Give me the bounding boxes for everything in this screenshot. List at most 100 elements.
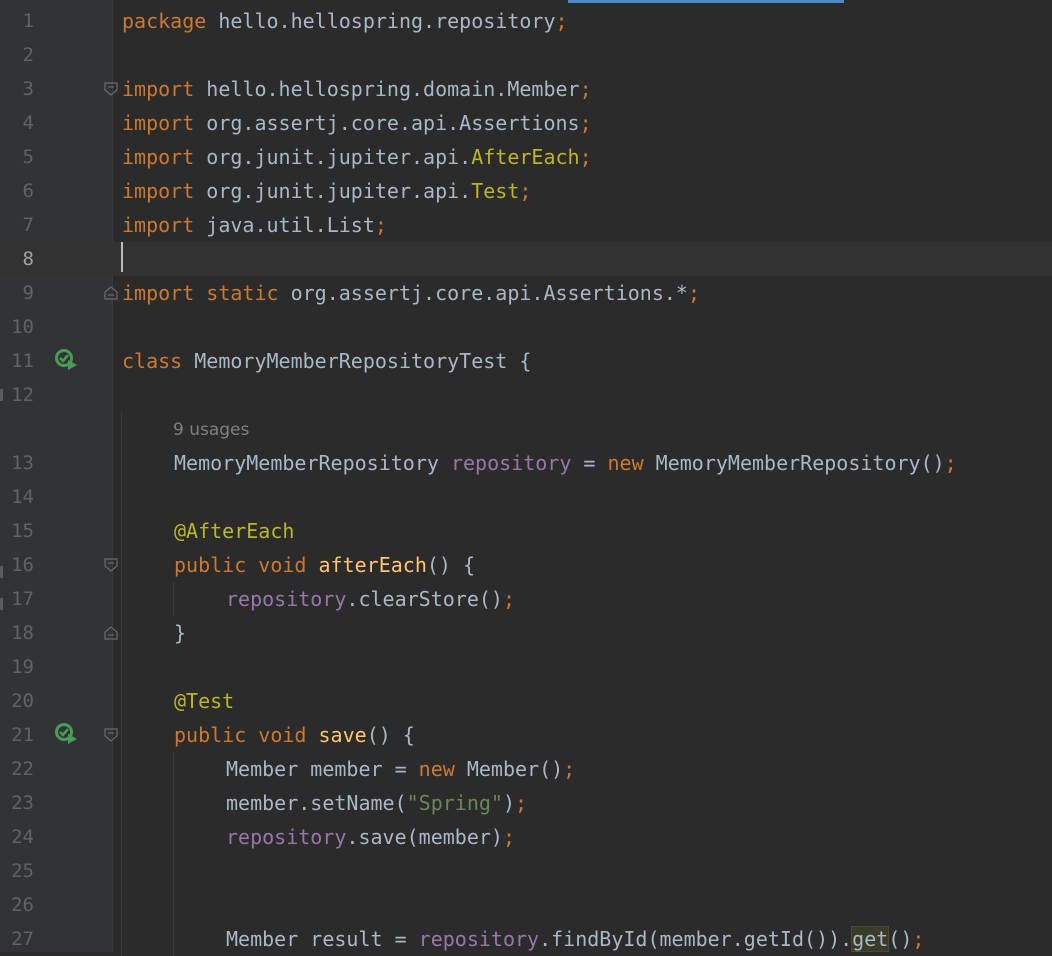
line-number[interactable]: 18 [0, 616, 34, 650]
code-line[interactable]: } [174, 616, 186, 650]
code-token: () { [366, 723, 415, 747]
code-token: ; [579, 77, 592, 101]
line-number[interactable]: 23 [0, 786, 34, 820]
code-line[interactable]: repository.clearStore(); [226, 582, 515, 616]
line-number[interactable]: 20 [0, 684, 34, 718]
code-line[interactable]: @AfterEach [174, 514, 294, 548]
fold-open-icon[interactable] [103, 81, 119, 97]
code-line[interactable]: @Test [174, 684, 234, 718]
code-token: ; [912, 927, 925, 951]
highlighted-token: get [851, 926, 890, 952]
code-token: ; [579, 145, 592, 169]
line-number[interactable]: 9 [0, 276, 34, 310]
line-number[interactable]: 10 [0, 310, 34, 344]
indent-guide [173, 752, 174, 956]
indent-guide [121, 412, 122, 956]
code-token: ) [502, 791, 515, 815]
run-test-icon[interactable] [54, 722, 80, 746]
code-token: java.util.List [194, 213, 375, 237]
run-test-icon[interactable] [54, 348, 80, 372]
line-number[interactable]: 4 [0, 106, 34, 140]
line-number[interactable]: 14 [0, 480, 34, 514]
code-line[interactable]: import org.junit.jupiter.api.AfterEach; [122, 140, 592, 174]
code-token: import [122, 179, 195, 203]
code-token: .clearStore() [346, 587, 503, 611]
code-token: Member() [454, 757, 564, 781]
code-token: org.assertj.core.api.Assertions [194, 111, 580, 135]
line-number[interactable]: 24 [0, 820, 34, 854]
code-token: "Spring" [406, 791, 503, 815]
line-number[interactable]: 21 [0, 718, 34, 752]
line-number[interactable]: 1 [0, 4, 34, 38]
line-number[interactable]: 8 [0, 242, 34, 276]
line-number[interactable]: 22 [0, 752, 34, 786]
code-token: import [122, 213, 195, 237]
code-line[interactable]: class MemoryMemberRepositoryTest { [122, 344, 531, 378]
line-number[interactable]: 12 [0, 378, 34, 412]
code-token: ; [555, 9, 568, 33]
code-token: @AfterEach [174, 519, 295, 543]
code-line[interactable]: import org.assertj.core.api.Assertions; [122, 106, 592, 140]
code-line[interactable]: import java.util.List; [122, 208, 387, 242]
code-line[interactable]: repository.save(member); [226, 820, 515, 854]
code-token: Test [471, 179, 520, 203]
fold-close-icon[interactable] [103, 285, 119, 301]
code-token: @Test [174, 689, 235, 713]
code-token: () [888, 927, 913, 951]
line-number[interactable]: 27 [0, 922, 34, 956]
line-number[interactable]: 11 [0, 344, 34, 378]
line-number[interactable]: 17 [0, 582, 34, 616]
code-token: () { [426, 553, 476, 577]
line-number[interactable]: 16 [0, 548, 34, 582]
indent-guide [173, 582, 174, 616]
active-tab-indicator [568, 0, 844, 3]
line-number[interactable]: 5 [0, 140, 34, 174]
code-token: new [607, 451, 644, 475]
code-line[interactable]: public void afterEach() { [174, 548, 475, 582]
code-token: import [122, 281, 195, 305]
code-line[interactable]: import org.junit.jupiter.api.Test; [122, 174, 531, 208]
code-line[interactable]: Member result = repository.findById(memb… [226, 922, 924, 956]
code-token: } [174, 621, 187, 645]
line-number[interactable]: 13 [0, 446, 34, 480]
line-number[interactable]: 6 [0, 174, 34, 208]
code-line[interactable]: import hello.hellospring.domain.Member; [122, 72, 592, 106]
line-number[interactable]: 15 [0, 514, 34, 548]
code-line[interactable]: public void save() { [174, 718, 415, 752]
code-token: AfterEach [471, 145, 580, 169]
line-number[interactable]: 7 [0, 208, 34, 242]
fold-close-icon[interactable] [103, 625, 119, 641]
line-number[interactable]: 3 [0, 72, 34, 106]
code-line[interactable]: Member member = new Member(); [226, 752, 575, 786]
line-number[interactable]: 26 [0, 888, 34, 922]
code-token: ; [579, 111, 592, 135]
code-token: member.setName( [226, 791, 407, 815]
change-marker [0, 566, 3, 578]
code-line[interactable]: import static org.assertj.core.api.Asser… [122, 276, 700, 310]
code-token: org.assertj.core.api.Assertions.* [278, 281, 688, 305]
code-token: ; [519, 179, 532, 203]
code-token: Member result = [226, 927, 419, 951]
line-number[interactable]: 19 [0, 650, 34, 684]
line-number[interactable]: 25 [0, 854, 34, 888]
code-line[interactable]: package hello.hellospring.repository; [122, 4, 568, 38]
current-line-highlight [0, 242, 1052, 276]
code-token: hello.hellospring.domain.Member [194, 77, 580, 101]
code-line[interactable]: MemoryMemberRepository repository = new … [174, 446, 957, 480]
code-line[interactable]: member.setName("Spring"); [226, 786, 527, 820]
code-token: ; [944, 451, 957, 475]
code-token: repository [450, 451, 572, 475]
code-token: import [122, 111, 195, 135]
code-token: MemoryMemberRepository [174, 451, 451, 475]
code-token: save [318, 723, 367, 747]
usages-hint[interactable]: 9 usages [173, 413, 249, 447]
code-token: Member member = [226, 757, 419, 781]
fold-open-icon[interactable] [103, 557, 119, 573]
code-editor[interactable]: 1 package hello.hellospring.repository; 2 3… [0, 0, 1052, 956]
line-number[interactable]: 2 [0, 38, 34, 72]
code-token: ; [502, 587, 516, 611]
fold-open-icon[interactable] [103, 727, 119, 743]
code-token: ; [563, 757, 576, 781]
